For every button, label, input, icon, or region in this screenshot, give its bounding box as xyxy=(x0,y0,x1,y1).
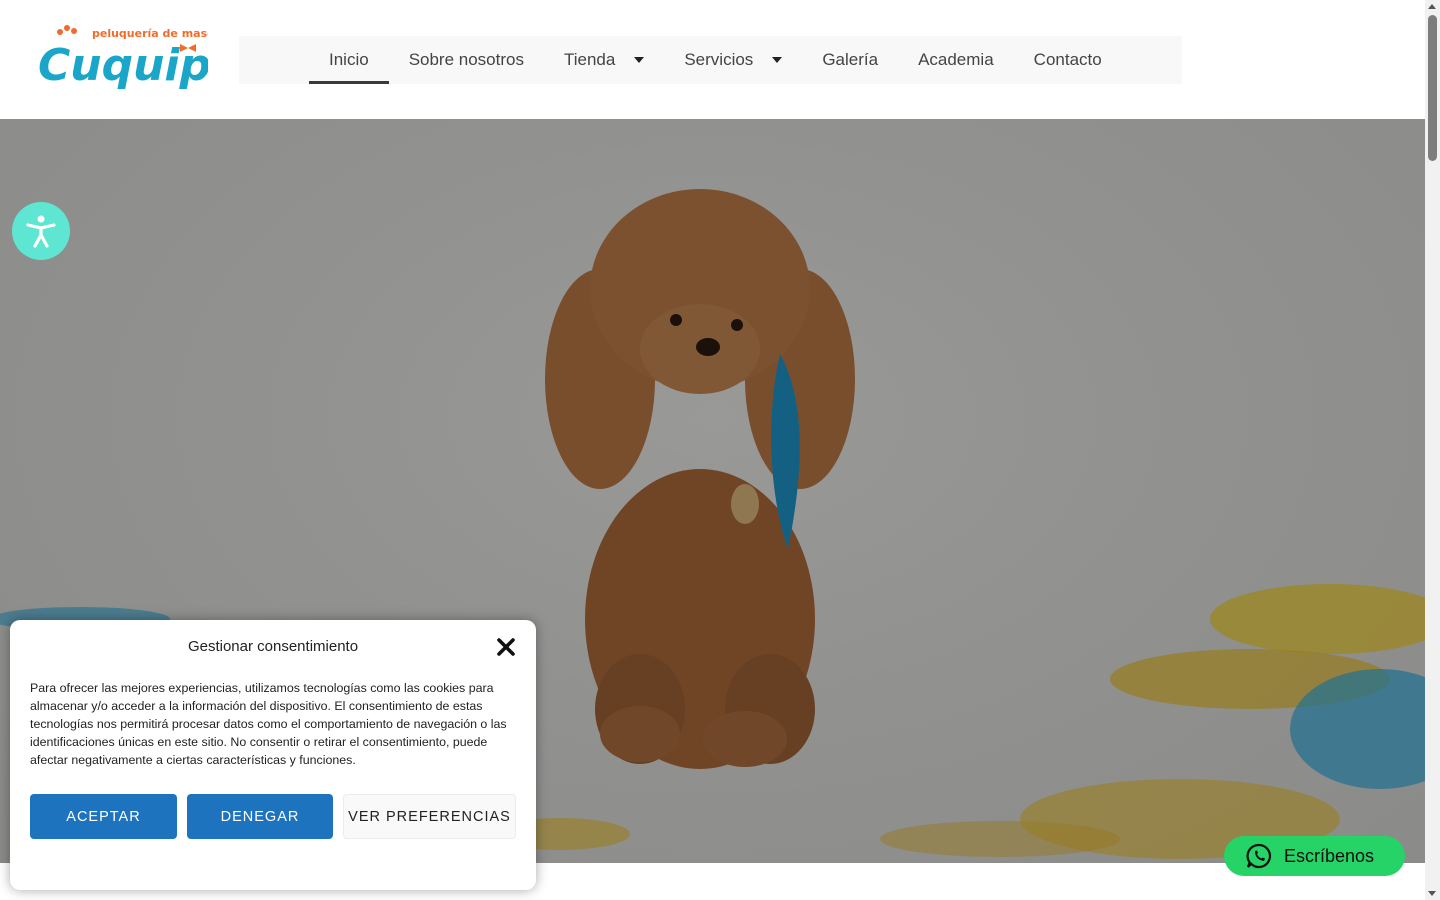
site-header: peluquería de mascotas Cuquipet Inicio S… xyxy=(0,0,1425,119)
logo-tagline: peluquería de mascotas xyxy=(92,27,208,40)
nav-item-galeria[interactable]: Galería xyxy=(802,36,898,84)
caret-down-icon xyxy=(634,57,645,63)
caret-down-icon xyxy=(772,57,783,63)
whatsapp-icon xyxy=(1246,843,1272,869)
nav-label: Galería xyxy=(822,50,879,69)
nav-item-inicio[interactable]: Inicio xyxy=(309,36,389,84)
consent-title: Gestionar consentimiento xyxy=(187,638,359,655)
scroll-down-icon[interactable] xyxy=(1428,891,1436,896)
deny-button[interactable]: DENEGAR xyxy=(187,794,333,839)
nav-label: Academia xyxy=(918,50,994,69)
scroll-up-icon[interactable] xyxy=(1428,4,1436,9)
preferences-button[interactable]: VER PREFERENCIAS xyxy=(343,794,516,839)
accessibility-button[interactable] xyxy=(12,202,70,260)
close-icon[interactable] xyxy=(496,636,516,658)
nav-item-academia[interactable]: Academia xyxy=(898,36,1014,84)
nav-label: Tienda xyxy=(563,50,616,69)
nav-label: Inicio xyxy=(329,50,369,69)
nav-label: Contacto xyxy=(1033,50,1102,69)
page-scrollbar[interactable] xyxy=(1425,0,1440,900)
consent-message: Para ofrecer las mejores experiencias, u… xyxy=(30,681,507,767)
site-logo[interactable]: peluquería de mascotas Cuquipet xyxy=(38,22,264,92)
whatsapp-button[interactable]: Escríbenos xyxy=(1224,836,1405,876)
whatsapp-label: Escríbenos xyxy=(1284,845,1375,866)
nav-label: Sobre nosotros xyxy=(408,50,524,69)
consent-dialog: Gestionar consentimiento Para ofrecer la… xyxy=(10,620,536,890)
nav-item-servicios[interactable]: Servicios xyxy=(664,36,802,84)
main-nav: Inicio Sobre nosotros Tienda Servicios G… xyxy=(309,36,1122,84)
scroll-thumb[interactable] xyxy=(1428,15,1437,161)
nav-label: Servicios xyxy=(684,50,754,69)
nav-item-tienda[interactable]: Tienda xyxy=(544,36,664,84)
accept-button[interactable]: ACEPTAR xyxy=(30,794,177,839)
accessibility-icon xyxy=(26,215,56,248)
nav-item-contacto[interactable]: Contacto xyxy=(1014,36,1122,84)
nav-item-sobre-nosotros[interactable]: Sobre nosotros xyxy=(389,36,544,84)
